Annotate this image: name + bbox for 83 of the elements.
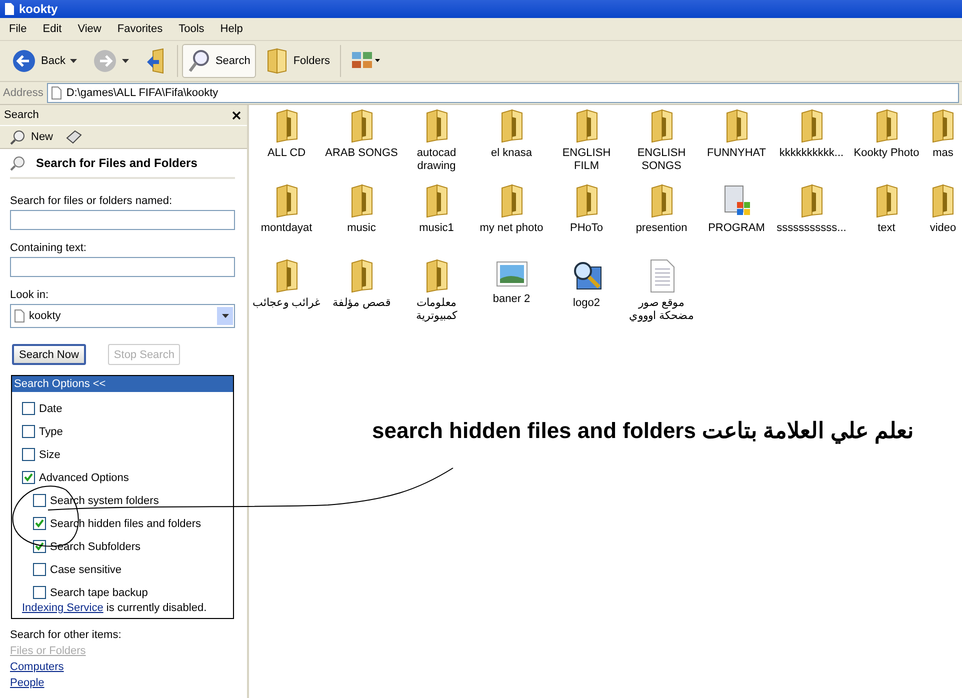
menu-item[interactable]: Favorites [110,21,170,37]
indexing-status: Indexing Service is currently disabled. [22,602,208,614]
folder-item[interactable]: ENGLISH FILM [549,109,624,184]
new-search-icon [10,129,26,145]
close-icon[interactable] [232,110,241,120]
option-checkbox[interactable]: Type [22,420,233,443]
search-link[interactable]: Computers [10,661,64,673]
options-header[interactable]: Search Options << [12,376,233,392]
folder-item[interactable]: montdayat [249,184,324,259]
option-checkbox[interactable]: Date [22,397,233,420]
annotation-text: نعلم علي العلامة بتاعت search hidden files and folders [372,418,914,444]
input-field[interactable] [10,257,235,277]
menu-item[interactable]: Help [213,21,250,37]
indexing-link[interactable]: Indexing Service [22,602,104,614]
option-checkbox[interactable]: Search Subfolders [22,535,233,558]
folder-item[interactable]: FUNNYHAT [699,109,774,184]
back-button[interactable]: Back [6,44,84,78]
checkbox[interactable] [33,540,46,553]
menu-item[interactable]: Tools [172,21,212,37]
pane-title: Search [4,109,39,121]
menu-item[interactable]: Edit [36,21,69,37]
look-in-dropdown[interactable]: kookty [10,304,235,328]
checkbox[interactable] [33,563,46,576]
search-link[interactable]: People [10,677,44,689]
views-icon [351,51,382,71]
text-document-icon [648,259,676,293]
search-icon [188,49,210,73]
checkbox[interactable] [33,517,46,530]
caret-icon [122,59,130,63]
program-icon [722,184,752,218]
folder-item[interactable]: my net photo [474,184,549,259]
new-button[interactable]: New [4,127,60,147]
folder-item[interactable]: mas [924,109,962,184]
folder-item[interactable]: music [324,184,399,259]
other-items-label: Search for other items: [10,629,122,641]
checkbox[interactable] [33,494,46,507]
checkbox[interactable] [22,471,35,484]
option-checkbox[interactable]: Search tape backup [22,581,233,604]
folder-item[interactable]: ARAB SONGS [324,109,399,184]
option-checkbox[interactable]: Size [22,443,233,466]
image-item[interactable]: baner 2 [474,259,549,334]
folder-item[interactable]: el knasa [474,109,549,184]
folder-item[interactable]: ENGLISH SONGS [624,109,699,184]
document-icon [14,309,25,323]
folder-item[interactable]: kkkkkkkkkk... [774,109,849,184]
folder-item[interactable]: text [849,184,924,259]
search-button[interactable]: Search [182,44,256,78]
folder-item[interactable]: غرائب وعجائب [249,259,324,334]
program-item[interactable]: PROGRAM [699,184,774,259]
document-icon [51,86,62,100]
field-label: Search for files or folders named: [10,195,174,207]
menu-item[interactable]: View [70,21,108,37]
option-checkbox[interactable]: Case sensitive [22,558,233,581]
folder-item[interactable]: قصص مؤلفة [324,259,399,334]
folders-button[interactable]: Folders [260,44,336,78]
folder-item[interactable]: PHoTo [549,184,624,259]
window-title: kookty [19,2,58,16]
caret-icon [222,314,228,318]
checkbox[interactable] [22,402,35,415]
field-label: Containing text: [10,242,88,254]
field-label: Look in: [10,289,50,301]
checkbox[interactable] [33,586,46,599]
folder-item[interactable]: معلومات كمبيوترية [399,259,474,334]
menu-item[interactable]: File [2,21,34,37]
input-field[interactable] [10,210,235,230]
picture-item[interactable]: logo2 [549,259,624,334]
section-heading: Search for Files and Folders [36,156,198,170]
option-checkbox[interactable]: Advanced Options [22,466,233,489]
folder-item[interactable]: music1 [399,184,474,259]
landscape-image-icon [496,259,528,289]
search-button[interactable]: Search Now [12,344,86,365]
address-field[interactable]: D:\games\ALL FIFA\Fifa\kookty [47,83,959,103]
folder-item[interactable]: presention [624,184,699,259]
folder-item[interactable]: sssssssssss... [774,184,849,259]
folder-item[interactable]: video [924,184,962,259]
folder-item[interactable]: autocad drawing [399,109,474,184]
document-item[interactable]: موقع صور مضحكة اوووي [624,259,699,334]
address-label: Address [3,87,44,99]
checkbox[interactable] [22,448,35,461]
folder-item[interactable]: ALL CD [249,109,324,184]
caret-icon [70,59,78,63]
folder-item[interactable]: Kookty Photo [849,109,924,184]
checkbox[interactable] [22,425,35,438]
